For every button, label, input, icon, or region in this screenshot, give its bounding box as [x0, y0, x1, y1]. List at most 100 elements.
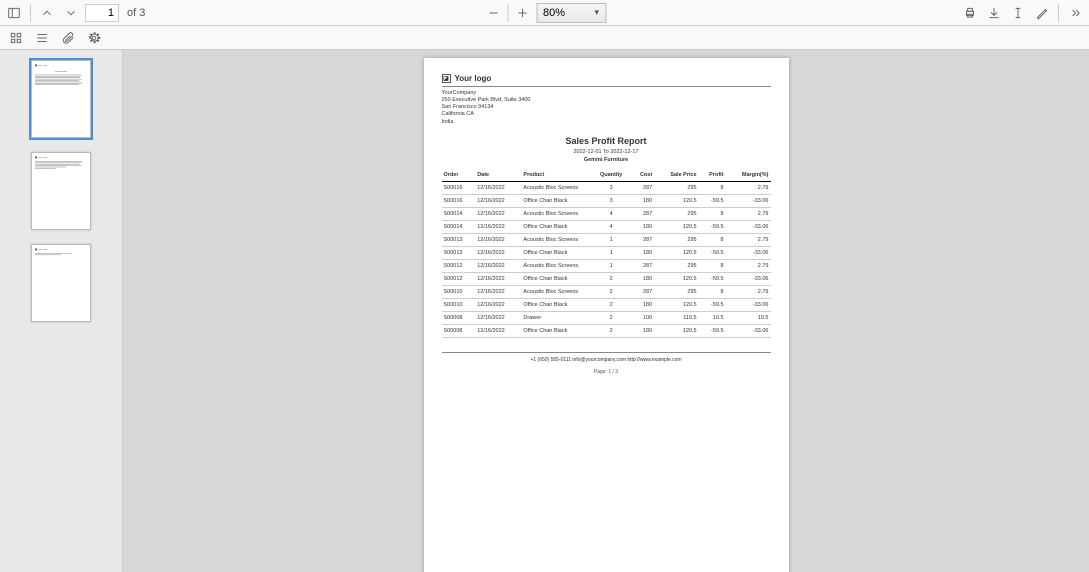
cell-product: Office Chair Black [521, 246, 591, 259]
cell-product: Drawer [521, 311, 591, 324]
cell-date: 12/16/2022 [475, 194, 521, 207]
page-up-button[interactable] [37, 3, 57, 23]
cell-product: Office Chair Black [521, 194, 591, 207]
col-date: Date [475, 169, 521, 182]
report-table: Order Date Product Quantity Cost Sale Pr… [442, 169, 771, 338]
cell-sale: 295 [654, 259, 698, 272]
attachments-button[interactable] [58, 28, 78, 48]
cell-profit: 8 [699, 259, 726, 272]
cell-sale: 120.5 [654, 220, 698, 233]
thumbnail-page-3[interactable]: ■ — — [31, 244, 91, 322]
logo-placeholder-icon: ◪ [442, 74, 451, 83]
download-button[interactable] [984, 3, 1004, 23]
more-tools-button[interactable] [1065, 3, 1085, 23]
cell-margin: 2.79 [726, 181, 771, 194]
cell-order: S00008 [442, 324, 476, 337]
cell-date: 12/16/2022 [475, 207, 521, 220]
zoom-in-button[interactable] [512, 3, 532, 23]
address-line: San Francisco 94134 [442, 104, 771, 111]
cell-sale: 120.5 [654, 324, 698, 337]
cell-date: 12/16/2022 [475, 181, 521, 194]
cell-profit: -59.5 [699, 194, 726, 207]
draw-button[interactable] [1032, 3, 1052, 23]
cell-margin: -33.06 [726, 298, 771, 311]
cell-order: S00012 [442, 259, 476, 272]
table-row: S0001412/16/2022Acoustic Bloc Screens428… [442, 207, 771, 220]
cell-profit: 8 [699, 285, 726, 298]
cell-cost: 287 [630, 285, 654, 298]
toggle-sidebar-button[interactable] [4, 3, 24, 23]
cell-date: 12/16/2022 [475, 220, 521, 233]
cell-product: Office Chair Black [521, 298, 591, 311]
cell-profit: 8 [699, 233, 726, 246]
cell-margin: 2.79 [726, 285, 771, 298]
cell-order: S00013 [442, 233, 476, 246]
cell-profit: 8 [699, 181, 726, 194]
cell-profit: 10.5 [699, 311, 726, 324]
cell-order: S00016 [442, 194, 476, 207]
layers-button[interactable] [84, 28, 104, 48]
col-sale-price: Sale Price [654, 169, 698, 182]
print-button[interactable] [960, 3, 980, 23]
col-margin: Margin(%) [726, 169, 771, 182]
cell-cost: 180 [630, 246, 654, 259]
cell-sale: 295 [654, 233, 698, 246]
thumbnails-view-button[interactable] [6, 28, 26, 48]
cell-qty: 2 [592, 298, 631, 311]
cell-date: 12/16/2022 [475, 298, 521, 311]
zoom-out-button[interactable] [483, 3, 503, 23]
col-product: Product [521, 169, 591, 182]
pdf-toolbar: of 3 80% [0, 0, 1089, 26]
cell-margin: 2.79 [726, 207, 771, 220]
page-count-label: of 3 [123, 7, 149, 19]
outline-view-button[interactable] [32, 28, 52, 48]
table-row: S0001612/16/2022Office Chair Black318012… [442, 194, 771, 207]
address-line: India [442, 119, 771, 126]
address-line: 250 Executive Park Blvd, Suite 3400 [442, 97, 771, 104]
cell-order: S00008 [442, 311, 476, 324]
zoom-select[interactable]: 80% [536, 3, 606, 23]
cell-order: S00014 [442, 207, 476, 220]
cell-qty: 2 [592, 272, 631, 285]
cell-qty: 4 [592, 220, 631, 233]
cell-date: 12/16/2022 [475, 272, 521, 285]
cell-sale: 295 [654, 285, 698, 298]
cell-cost: 180 [630, 194, 654, 207]
cell-qty: 1 [592, 233, 631, 246]
cell-qty: 2 [592, 285, 631, 298]
cell-qty: 4 [592, 207, 631, 220]
page-number-input[interactable] [85, 4, 119, 22]
cell-qty: 3 [592, 181, 631, 194]
table-row: S0001412/16/2022Office Chair Black418012… [442, 220, 771, 233]
page-viewer[interactable]: ◪ Your logo YourCompany 250 Executive Pa… [123, 50, 1089, 572]
cell-sale: 295 [654, 181, 698, 194]
cell-order: S00014 [442, 220, 476, 233]
cell-margin: -33.06 [726, 220, 771, 233]
page-down-button[interactable] [61, 3, 81, 23]
cell-profit: -59.5 [699, 324, 726, 337]
company-address: YourCompany 250 Executive Park Blvd, Sui… [442, 90, 771, 126]
cell-qty: 2 [592, 311, 631, 324]
report-date-range: 2022-12-01 To 2022-12-17 [442, 149, 771, 155]
table-row: S0001612/16/2022Acoustic Bloc Screens328… [442, 181, 771, 194]
col-profit: Profit [699, 169, 726, 182]
cell-product: Office Chair Black [521, 272, 591, 285]
col-cost: Cost [630, 169, 654, 182]
cell-product: Office Chair Black [521, 220, 591, 233]
thumbnail-page-1[interactable]: ■ — — ——— [31, 60, 91, 138]
cell-cost: 180 [630, 298, 654, 311]
cell-order: S00013 [442, 246, 476, 259]
table-row: S0001312/16/2022Acoustic Bloc Screens128… [442, 233, 771, 246]
cell-margin: -33.06 [726, 246, 771, 259]
cell-sale: 120.5 [654, 298, 698, 311]
cell-cost: 180 [630, 272, 654, 285]
table-row: S0001012/16/2022Office Chair Black218012… [442, 298, 771, 311]
cell-date: 12/16/2022 [475, 233, 521, 246]
company-name: YourCompany [442, 90, 771, 97]
text-select-button[interactable] [1008, 3, 1028, 23]
report-partner: Gemini Furniture [442, 157, 771, 163]
thumbnail-page-2[interactable]: ■ — — [31, 152, 91, 230]
cell-cost: 180 [630, 324, 654, 337]
cell-profit: -59.5 [699, 272, 726, 285]
cell-sale: 120.5 [654, 246, 698, 259]
